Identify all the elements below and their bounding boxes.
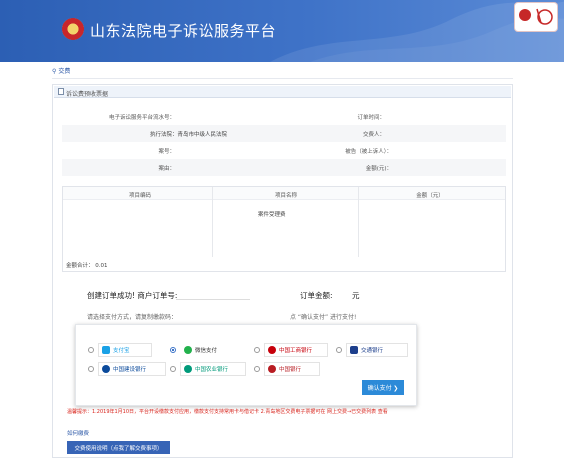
amount-label: 金额(元)： bbox=[365, 166, 392, 172]
ccb-icon bbox=[102, 365, 110, 373]
column-divider bbox=[212, 187, 213, 257]
radio-button[interactable] bbox=[88, 366, 94, 372]
confirm-payment-button[interactable]: 确认支付 ❯ bbox=[362, 380, 404, 395]
service-no-label: 电子诉讼服务平台流水号： bbox=[108, 115, 175, 121]
court-emblem-icon bbox=[62, 18, 84, 40]
payment-instruction: 请选择支付方式，请复制缴款码： bbox=[87, 314, 178, 321]
breadcrumb[interactable]: ⚲ 交费 bbox=[52, 66, 70, 75]
document-icon bbox=[58, 88, 64, 95]
party-label: 被告（被上诉人）： bbox=[345, 149, 392, 155]
radio-button[interactable] bbox=[254, 366, 260, 372]
site-header bbox=[0, 0, 564, 62]
column-header-name: 项目名称 bbox=[274, 193, 297, 199]
column-divider bbox=[358, 187, 359, 257]
boc-logo: 中国银行 bbox=[264, 362, 320, 376]
how-to-pay-link[interactable]: 如何缴费 bbox=[67, 429, 89, 437]
notice-text: 温馨提示：1.2019年1月10日，平台开设缴款支付应用，缴款支付支持常用卡与借… bbox=[67, 409, 388, 415]
radio-button[interactable] bbox=[88, 347, 94, 353]
payment-option-abc[interactable]: 中国农业银行 bbox=[170, 362, 246, 376]
radio-button[interactable] bbox=[170, 366, 176, 372]
panel-header bbox=[54, 86, 511, 98]
icbc-icon bbox=[268, 346, 276, 354]
order-time-label: 订单时间： bbox=[357, 115, 385, 121]
icbc-logo: 中国工商银行 bbox=[264, 343, 328, 357]
payment-option-wechat[interactable]: 微信支付 bbox=[170, 343, 242, 357]
divider bbox=[52, 78, 513, 79]
bocom-icon bbox=[350, 346, 358, 354]
column-header-code: 项目编码 bbox=[128, 193, 151, 199]
total-amount: 金额合计： 0.01 bbox=[66, 263, 108, 269]
boc-icon bbox=[268, 365, 276, 373]
alipay-icon bbox=[102, 346, 110, 354]
panel-title: 诉讼费预收票据 bbox=[66, 91, 109, 98]
payment-option-icbc[interactable]: 中国工商银行 bbox=[254, 343, 328, 357]
corner-logo-icon bbox=[514, 2, 558, 32]
order-amount-unit: 元 bbox=[352, 291, 360, 300]
payer-label: 交费人： bbox=[362, 132, 385, 138]
radio-button-selected[interactable] bbox=[170, 347, 176, 353]
table-cell-item-name: 案件受理费 bbox=[258, 212, 286, 218]
payment-option-ccb[interactable]: 中国建设银行 bbox=[88, 362, 166, 376]
ccb-logo: 中国建设银行 bbox=[98, 362, 166, 376]
payment-instruction-confirm: 点 “确认支付” 进行支付! bbox=[290, 314, 357, 321]
abc-logo: 中国农业银行 bbox=[180, 362, 246, 376]
cause-label: 案由： bbox=[158, 166, 175, 172]
court-label: 执行法院：青岛市中级人民法院 bbox=[150, 132, 228, 138]
bocom-logo: 交通银行 bbox=[346, 343, 408, 357]
wechat-pay-logo: 微信支付 bbox=[180, 343, 242, 357]
order-amount-label: 订单金额: bbox=[300, 291, 333, 300]
abc-icon bbox=[184, 365, 192, 373]
radio-button[interactable] bbox=[336, 347, 342, 353]
wechat-pay-icon bbox=[184, 346, 192, 354]
payment-option-boc[interactable]: 中国银行 bbox=[254, 362, 320, 376]
case-no-label: 案号： bbox=[158, 149, 175, 155]
payment-guide-button[interactable]: 交费使用说明（点我了解交费事项） bbox=[67, 441, 170, 454]
order-created-label: 创建订单成功! 商户订单号: bbox=[87, 291, 178, 300]
payment-option-bocom[interactable]: 交通银行 bbox=[336, 343, 408, 357]
order-number-underline bbox=[176, 299, 250, 300]
alipay-logo: 支付宝 bbox=[98, 343, 152, 357]
column-header-amount: 金额（元） bbox=[416, 193, 444, 199]
radio-button[interactable] bbox=[254, 347, 260, 353]
payment-option-alipay[interactable]: 支付宝 bbox=[88, 343, 152, 357]
site-title: 山东法院电子诉讼服务平台 bbox=[90, 22, 277, 40]
